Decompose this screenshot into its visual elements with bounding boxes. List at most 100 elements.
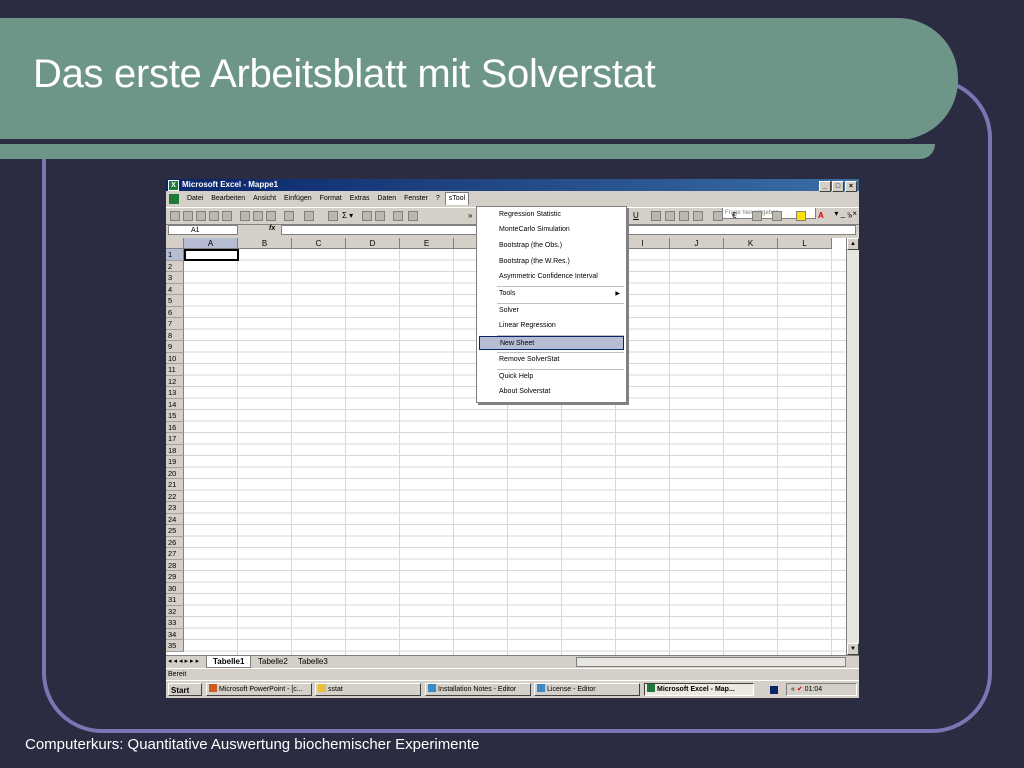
- column-header-e[interactable]: E: [400, 238, 454, 249]
- workbook-icon[interactable]: [169, 194, 179, 204]
- sort-ascending-icon[interactable]: [362, 211, 372, 221]
- save-icon[interactable]: [196, 211, 206, 221]
- tab-navigation-icons[interactable]: ◂◂◂▸▸▸: [168, 657, 201, 667]
- menu-einfuegen[interactable]: Einfügen: [281, 192, 315, 206]
- task-powerpoint[interactable]: Microsoft PowerPoint - [c...: [206, 683, 312, 696]
- menu-item-new-sheet[interactable]: New Sheet: [479, 336, 624, 350]
- row-header-12[interactable]: 12: [166, 375, 184, 387]
- language-icon[interactable]: [770, 686, 778, 694]
- permission-icon[interactable]: [209, 211, 219, 221]
- row-header-29[interactable]: 29: [166, 571, 184, 583]
- task-sstat-folder[interactable]: sstat: [315, 683, 421, 696]
- row-header-11[interactable]: 11: [166, 364, 184, 376]
- help-icon[interactable]: [408, 211, 418, 221]
- menu-format[interactable]: Format: [317, 192, 345, 206]
- autosum-icon[interactable]: Σ ▾: [342, 211, 353, 221]
- row-header-33[interactable]: 33: [166, 617, 184, 629]
- start-button[interactable]: Start: [168, 683, 202, 696]
- borders-icon[interactable]: [772, 211, 782, 221]
- toolbar-more-right-icon[interactable]: »: [848, 211, 852, 221]
- row-header-34[interactable]: 34: [166, 628, 184, 640]
- menu-datei[interactable]: Datei: [184, 192, 206, 206]
- task-license[interactable]: License - Editor: [534, 683, 640, 696]
- maximize-icon[interactable]: □: [832, 181, 844, 192]
- menu-help[interactable]: ?: [433, 192, 443, 206]
- undo-icon[interactable]: [304, 211, 314, 221]
- row-header-10[interactable]: 10: [166, 352, 184, 364]
- menu-extras[interactable]: Extras: [347, 192, 373, 206]
- menu-item-quick-help[interactable]: Quick Help: [479, 370, 624, 384]
- menu-item-montecarlo-simulation[interactable]: MonteCarlo Simulation: [479, 223, 624, 237]
- euro-icon[interactable]: €: [732, 211, 736, 221]
- menu-item-about-solverstat[interactable]: About Solverstat: [479, 385, 624, 399]
- scroll-down-icon[interactable]: ▼: [847, 643, 859, 655]
- row-header-17[interactable]: 17: [166, 433, 184, 445]
- row-header-32[interactable]: 32: [166, 605, 184, 617]
- horizontal-scrollbar[interactable]: [576, 657, 846, 667]
- row-header-13[interactable]: 13: [166, 387, 184, 399]
- menu-item-bootstrap-obs[interactable]: Bootstrap (the Obs.): [479, 239, 624, 253]
- row-header-20[interactable]: 20: [166, 467, 184, 479]
- column-header-j[interactable]: J: [670, 238, 724, 249]
- fill-color-icon[interactable]: [796, 211, 806, 221]
- align-left-icon[interactable]: [651, 211, 661, 221]
- sheet-tab-tabelle2[interactable]: Tabelle2: [252, 656, 294, 667]
- menu-item-linear-regression[interactable]: Linear Regression: [479, 319, 624, 333]
- task-excel[interactable]: Microsoft Excel - Map...: [644, 683, 754, 696]
- row-header-7[interactable]: 7: [166, 318, 184, 330]
- minimize-icon[interactable]: _: [819, 181, 831, 192]
- row-header-25[interactable]: 25: [166, 525, 184, 537]
- row-header-14[interactable]: 14: [166, 398, 184, 410]
- close-icon[interactable]: ×: [845, 181, 857, 192]
- row-header-23[interactable]: 23: [166, 502, 184, 514]
- column-header-k[interactable]: K: [724, 238, 778, 249]
- task-installation-notes[interactable]: Installation Notes - Editor: [425, 683, 531, 696]
- new-file-icon[interactable]: [170, 211, 180, 221]
- menu-item-solver[interactable]: Solver: [479, 304, 624, 318]
- underline-icon[interactable]: U: [633, 211, 639, 221]
- menu-stool[interactable]: sTool: [444, 192, 470, 205]
- sheet-tab-tabelle1[interactable]: Tabelle1: [206, 656, 252, 668]
- vertical-scrollbar[interactable]: ▲ ▼: [846, 238, 859, 655]
- row-header-28[interactable]: 28: [166, 559, 184, 571]
- merge-cells-icon[interactable]: [693, 211, 703, 221]
- tray-app-icon[interactable]: ✔: [797, 686, 803, 693]
- row-header-3[interactable]: 3: [166, 272, 184, 284]
- active-cell-a1[interactable]: [184, 249, 239, 261]
- menu-fenster[interactable]: Fenster: [401, 192, 431, 206]
- email-icon[interactable]: [222, 211, 232, 221]
- menu-item-bootstrap-wres[interactable]: Bootstrap (the W.Res.): [479, 255, 624, 269]
- print-preview-icon[interactable]: [253, 211, 263, 221]
- spelling-icon[interactable]: [266, 211, 276, 221]
- row-header-19[interactable]: 19: [166, 456, 184, 468]
- row-header-31[interactable]: 31: [166, 594, 184, 606]
- select-all-corner[interactable]: [166, 238, 184, 249]
- row-header-6[interactable]: 6: [166, 306, 184, 318]
- open-file-icon[interactable]: [183, 211, 193, 221]
- sort-descending-icon[interactable]: [375, 211, 385, 221]
- row-header-9[interactable]: 9: [166, 341, 184, 353]
- row-header-4[interactable]: 4: [166, 283, 184, 295]
- name-box[interactable]: A1: [168, 225, 238, 235]
- menu-item-regression-statistic[interactable]: Regression Statistic: [479, 208, 624, 222]
- row-header-35[interactable]: 35: [166, 640, 184, 652]
- row-header-27[interactable]: 27: [166, 548, 184, 560]
- font-color-icon[interactable]: A: [818, 211, 824, 221]
- align-center-icon[interactable]: [665, 211, 675, 221]
- row-header-2[interactable]: 2: [166, 260, 184, 272]
- hyperlink-icon[interactable]: [328, 211, 338, 221]
- menu-daten[interactable]: Daten: [375, 192, 400, 206]
- column-header-d[interactable]: D: [346, 238, 400, 249]
- row-header-21[interactable]: 21: [166, 479, 184, 491]
- align-right-icon[interactable]: [679, 211, 689, 221]
- row-header-1[interactable]: 1: [166, 249, 184, 261]
- fx-icon[interactable]: fx: [269, 225, 275, 232]
- row-header-18[interactable]: 18: [166, 444, 184, 456]
- column-header-a[interactable]: A: [184, 238, 238, 249]
- copy-icon[interactable]: [284, 211, 294, 221]
- row-header-30[interactable]: 30: [166, 582, 184, 594]
- row-header-26[interactable]: 26: [166, 536, 184, 548]
- row-header-15[interactable]: 15: [166, 410, 184, 422]
- column-header-c[interactable]: C: [292, 238, 346, 249]
- toolbar-more-icon[interactable]: »: [468, 211, 472, 221]
